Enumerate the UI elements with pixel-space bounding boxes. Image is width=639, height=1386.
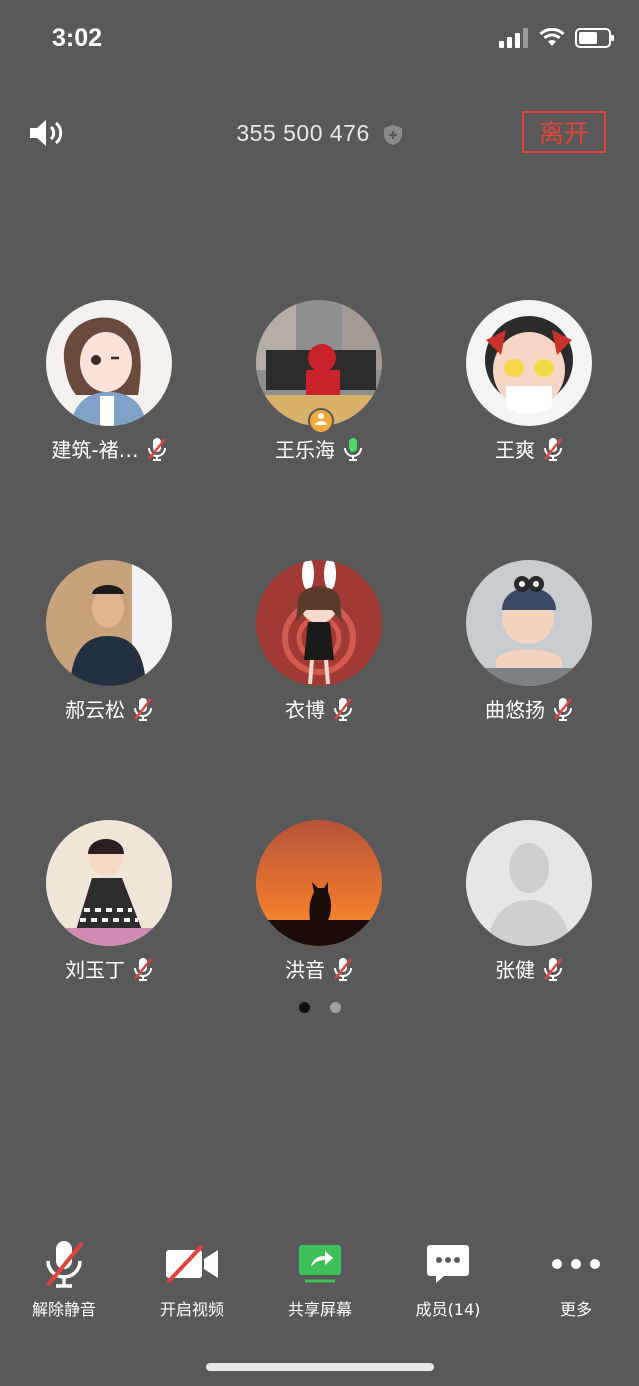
mic-muted-icon <box>147 437 166 461</box>
share-screen-button[interactable]: 共享屏幕 <box>256 1238 384 1320</box>
participant-tile[interactable]: 王爽 <box>429 300 629 463</box>
participant-name-row: 郝云松 <box>9 694 209 723</box>
participant-name: 建筑-褚… <box>51 438 139 462</box>
mic-muted-icon <box>334 957 352 981</box>
host-badge-icon <box>308 408 334 434</box>
page-indicator[interactable] <box>0 1002 639 1013</box>
participant-name: 刘玉丁 <box>65 958 125 982</box>
participant-name: 张健 <box>495 958 535 982</box>
mic-muted-icon <box>134 957 152 981</box>
avatar <box>466 820 592 946</box>
start-video-button[interactable]: 开启视频 <box>128 1238 256 1320</box>
more-button[interactable]: 更多 <box>512 1238 639 1320</box>
avatar <box>466 560 592 686</box>
start-video-label: 开启视频 <box>159 1300 224 1319</box>
members-label: 成员(14) <box>415 1300 481 1319</box>
mic-on-icon <box>344 437 362 461</box>
avatar <box>466 300 592 426</box>
avatar <box>46 820 172 946</box>
unmute-button[interactable]: 解除静音 <box>0 1238 128 1320</box>
participant-tile[interactable]: 衣博 <box>219 560 419 723</box>
participant-name-row: 曲悠扬 <box>429 694 629 723</box>
shield-icon <box>383 124 402 145</box>
more-label: 更多 <box>559 1300 592 1319</box>
participant-tile[interactable]: 刘玉丁 <box>9 820 209 983</box>
mic-muted-icon <box>334 697 352 721</box>
participant-name: 王爽 <box>495 438 535 462</box>
participant-tile[interactable]: 建筑-褚… <box>9 300 209 463</box>
mic-muted-icon <box>544 437 562 461</box>
mic-muted-icon <box>544 957 562 981</box>
meeting-id-text: 355 500 476 <box>236 120 370 146</box>
participant-name-row: 王乐海 <box>219 434 419 463</box>
participant-name-row: 衣博 <box>219 694 419 723</box>
participant-name-row: 张健 <box>429 954 629 983</box>
participant-name-row: 建筑-褚… <box>9 434 209 463</box>
avatar <box>256 560 382 686</box>
unmute-label: 解除静音 <box>31 1300 96 1319</box>
leave-button[interactable]: 离开 <box>522 111 606 153</box>
participant-name-row: 刘玉丁 <box>9 954 209 983</box>
mic-muted-icon <box>134 697 152 721</box>
home-indicator[interactable] <box>206 1363 434 1371</box>
share-screen-label: 共享屏幕 <box>287 1300 352 1319</box>
avatar <box>46 300 172 426</box>
chat-bubble-icon <box>427 1245 469 1283</box>
cellular-signal-icon <box>499 28 528 48</box>
share-screen-icon <box>299 1245 341 1283</box>
status-time: 3:02 <box>52 24 103 52</box>
participant-name: 王乐海 <box>275 438 335 462</box>
participant-tile[interactable]: 郝云松 <box>9 560 209 723</box>
participant-tile[interactable]: 张健 <box>429 820 629 983</box>
participant-name-row: 王爽 <box>429 434 629 463</box>
more-dots-icon <box>552 1259 600 1269</box>
video-off-icon <box>166 1244 218 1284</box>
participant-tile[interactable]: 曲悠扬 <box>429 560 629 723</box>
status-bar: 3:02 <box>0 0 639 80</box>
participant-name: 衣博 <box>285 698 325 722</box>
system-icons <box>499 28 615 48</box>
mic-muted-icon <box>46 1241 84 1288</box>
battery-icon <box>575 28 614 48</box>
participant-tile[interactable]: 王乐海 <box>219 300 419 463</box>
meeting-header: 355 500 476 离开 <box>0 100 639 170</box>
participant-name: 曲悠扬 <box>485 698 545 722</box>
participant-name: 郝云松 <box>65 698 125 722</box>
meeting-toolbar: 解除静音 开启视频 共享屏幕 成员(14) 更多 <box>0 1238 639 1328</box>
page-dot-2[interactable] <box>329 1002 341 1013</box>
page-dot-1[interactable] <box>298 1002 310 1013</box>
participant-name-row: 洪音 <box>219 954 419 983</box>
participant-name: 洪音 <box>285 958 325 982</box>
avatar <box>46 560 172 686</box>
mic-muted-icon <box>554 697 572 721</box>
participant-tile[interactable]: 洪音 <box>219 820 419 983</box>
wifi-icon <box>539 28 565 46</box>
avatar <box>256 820 382 946</box>
members-button[interactable]: 成员(14) <box>384 1238 512 1320</box>
